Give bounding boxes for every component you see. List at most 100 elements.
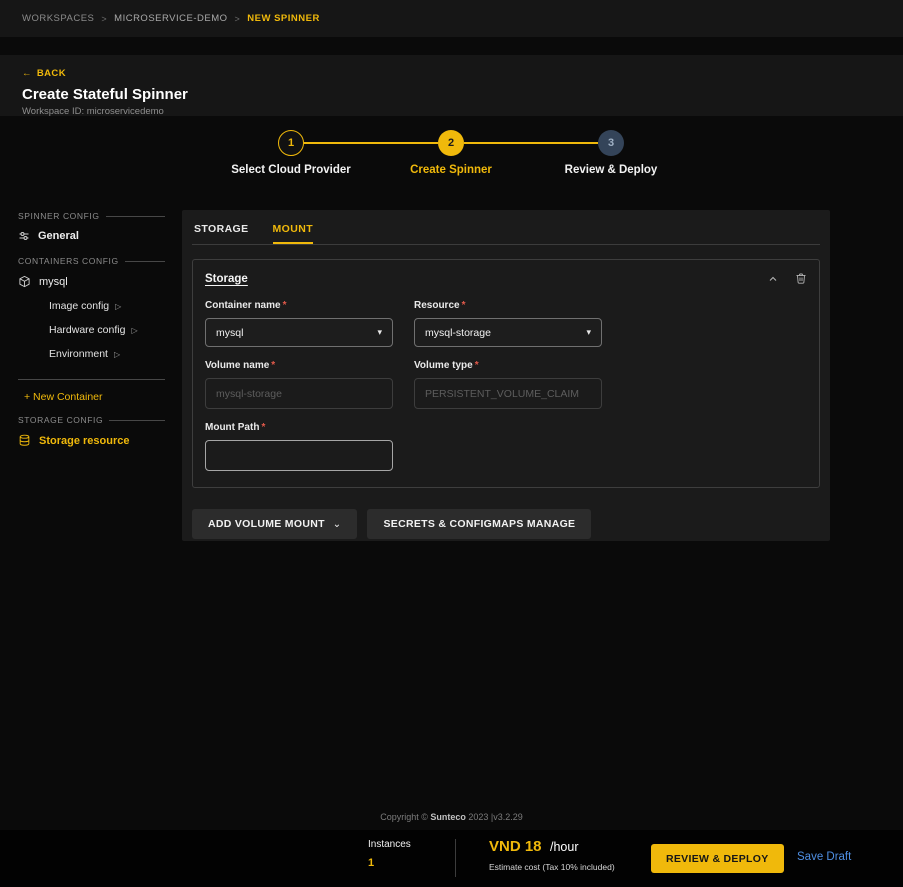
step-3-circle: 3 [598,130,624,156]
instances-block: Instances 1 [368,839,411,869]
dropdown-caret-icon: ▾ [586,327,591,337]
sidebar-item-container-mysql[interactable]: mysql [10,269,173,294]
required-marker: * [474,360,479,371]
step-3-label: Review & Deploy [564,164,658,176]
instances-value: 1 [368,857,375,869]
section-rule [109,419,165,421]
containers-config-label: CONTAINERS CONFIG [18,256,119,266]
add-volume-mount-label: ADD VOLUME MOUNT [208,518,325,530]
trash-icon[interactable] [795,272,807,285]
required-marker: * [271,360,276,371]
required-marker: * [282,300,287,311]
chevron-down-icon: ⌄ [332,518,342,530]
step-1-circle: 1 [278,130,304,156]
mount-path-input[interactable] [205,440,393,471]
section-rule [124,260,165,262]
workspace-id: Workspace ID: microservicedemo [22,106,164,117]
step-select-cloud-provider[interactable]: 1 Select Cloud Provider [211,130,371,176]
required-marker: * [461,300,466,311]
storage-mount-card: Storage Container name * mysql ▾ Resourc… [192,259,820,488]
spinner-config-label: SPINNER CONFIG [18,211,100,221]
secrets-configmaps-button[interactable]: SECRETS & CONFIGMAPS MANAGE [367,509,592,539]
version-text: 2023 |v3.2.29 [468,812,523,822]
page-header: ← BACK Create Stateful Spinner Workspace… [0,55,903,117]
sidebar-item-environment[interactable]: Environment ▷ [10,342,173,366]
vertical-divider [455,839,456,877]
step-1-label: Select Cloud Provider [231,164,351,176]
breadcrumb: WORKSPACES > MICROSERVICE-DEMO > NEW SPI… [0,0,903,37]
breadcrumb-separator-icon: > [234,13,241,24]
back-arrow-icon: ← [22,68,32,79]
sidebar-item-hardware-config[interactable]: Hardware config ▷ [10,318,173,342]
resource-label: Resource * [414,300,466,311]
breadcrumb-current: NEW SPINNER [247,13,320,24]
cost-estimate: VND 18 /hour Estimate cost (Tax 10% incl… [489,838,615,872]
sidebar-section-containers-config: CONTAINERS CONFIG [18,256,165,266]
add-volume-mount-button[interactable]: ADD VOLUME MOUNT ⌄ [192,509,358,539]
new-container-button[interactable]: + New Container [10,384,173,407]
step-review-deploy[interactable]: 3 Review & Deploy [531,130,691,176]
stepper: 1 Select Cloud Provider 2 Create Spinner… [211,130,691,182]
step-2-circle: 2 [438,130,464,156]
step-create-spinner[interactable]: 2 Create Spinner [371,130,531,176]
config-sidebar: SPINNER CONFIG General CONTAINERS CONFIG… [10,203,173,453]
resource-value: mysql-storage [425,326,491,339]
review-deploy-button[interactable]: REVIEW & DEPLOY [651,844,784,873]
volume-type-label: Volume type * [414,360,479,371]
volume-name-input [205,378,393,409]
database-icon [19,434,30,446]
price-unit: /hour [549,840,579,854]
stepper-connector [464,142,598,144]
collapse-chevron-icon[interactable] [767,273,779,285]
back-button[interactable]: ← BACK [22,68,66,79]
volume-name-label: Volume name * [205,360,276,371]
container-name-value: mysql [216,326,244,339]
sidebar-item-label: Environment [49,348,108,360]
breadcrumb-separator-icon: > [101,13,108,24]
container-name-label: Container name * [205,300,287,311]
container-name-select[interactable]: mysql ▾ [205,318,393,347]
tab-storage[interactable]: STORAGE [194,223,249,244]
sidebar-section-spinner-config: SPINNER CONFIG [18,211,165,221]
sidebar-item-label: Image config [49,300,110,312]
sidebar-item-general[interactable]: General [10,224,173,248]
expand-right-icon: ▷ [113,349,121,359]
resource-select[interactable]: mysql-storage ▾ [414,318,602,347]
expand-right-icon: ▷ [115,301,122,311]
tabs-divider [192,244,820,245]
mount-card-title: Storage [205,272,248,285]
sidebar-item-label: mysql [39,275,68,288]
save-draft-link[interactable]: Save Draft [797,851,851,863]
panel-tabs: STORAGE MOUNT [182,210,830,244]
container-cube-icon [19,275,30,288]
mount-path-label: Mount Path * [205,422,266,433]
sidebar-item-label: Hardware config [49,324,126,336]
breadcrumb-workspaces[interactable]: WORKSPACES [22,13,94,24]
volume-type-input [414,378,602,409]
estimate-note: Estimate cost (Tax 10% included) [489,862,615,872]
bottom-action-bar: Instances 1 VND 18 /hour Estimate cost (… [0,830,903,887]
sidebar-item-storage-resource[interactable]: Storage resource [10,428,173,453]
sidebar-item-image-config[interactable]: Image config ▷ [10,294,173,318]
sliders-icon [19,232,29,240]
dropdown-caret-icon: ▾ [377,327,382,337]
storage-config-panel: STORAGE MOUNT Storage Container name * m… [182,210,830,541]
brand-name: Sunteco [430,812,466,822]
tab-mount[interactable]: MOUNT [272,223,314,244]
back-label: BACK [36,68,66,79]
copyright: Copyright © Sunteco 2023 |v3.2.29 [0,812,903,822]
section-rule [105,215,165,217]
sidebar-item-label: General [38,230,79,242]
page-title: Create Stateful Spinner [22,86,188,103]
required-marker: * [261,422,266,433]
price-amount: VND 18 [489,838,542,855]
instances-label: Instances [368,839,411,850]
expand-right-icon: ▷ [131,325,138,335]
storage-config-label: STORAGE CONFIG [18,415,104,425]
sidebar-item-label: Storage resource [39,434,130,447]
breadcrumb-project[interactable]: MICROSERVICE-DEMO [114,13,227,24]
copyright-text: Copyright © [380,812,428,822]
stepper-connector [304,142,438,144]
step-2-label: Create Spinner [410,164,492,176]
sidebar-section-storage-config: STORAGE CONFIG [18,415,165,425]
